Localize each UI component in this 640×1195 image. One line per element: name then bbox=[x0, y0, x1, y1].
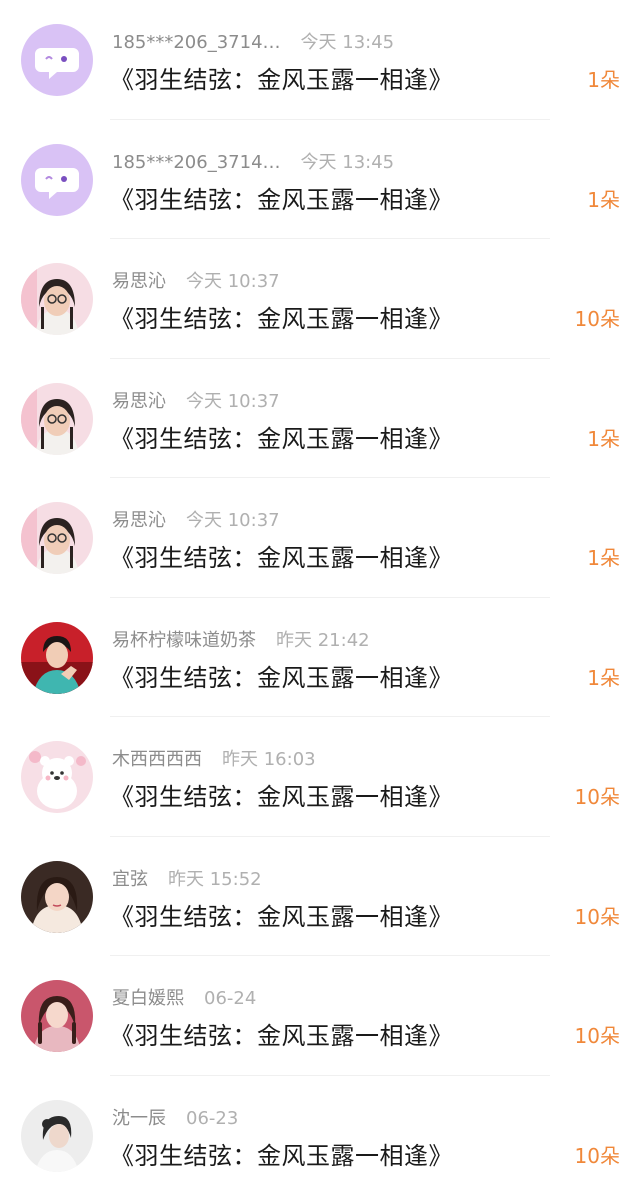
work-title[interactable]: 《羽生结弦：金风玉露一相逢》 bbox=[110, 423, 453, 455]
list-item[interactable]: 185***206_3714… 今天 13:45 《羽生结弦：金风玉露一相逢》 1… bbox=[0, 120, 640, 240]
user-name[interactable]: 易思沁 bbox=[112, 271, 166, 292]
user-name[interactable]: 沈一辰 bbox=[112, 1108, 166, 1129]
avatar[interactable] bbox=[21, 1099, 93, 1172]
work-title[interactable]: 《羽生结弦：金风玉露一相逢》 bbox=[110, 781, 453, 813]
user-photo bbox=[21, 980, 93, 1052]
work-title[interactable]: 《羽生结弦：金风玉露一相逢》 bbox=[110, 303, 453, 335]
item-meta: 易杯柠檬味道奶茶 昨天 21:42 bbox=[112, 629, 370, 653]
work-title[interactable]: 《羽生结弦：金风玉露一相逢》 bbox=[110, 901, 453, 933]
list-item[interactable]: 易思沁 今天 10:37 《羽生结弦：金风玉露一相逢》 10朵 bbox=[0, 239, 640, 359]
item-meta: 易思沁 今天 10:37 bbox=[112, 390, 280, 414]
item-meta: 易思沁 今天 10:37 bbox=[112, 270, 280, 294]
timestamp: 今天 10:37 bbox=[186, 390, 280, 412]
flower-count: 1朵 bbox=[587, 665, 620, 690]
work-title[interactable]: 《羽生结弦：金风玉露一相逢》 bbox=[110, 1140, 453, 1172]
list-item[interactable]: 木西西西西 昨天 16:03 《羽生结弦：金风玉露一相逢》 10朵 bbox=[0, 717, 640, 837]
work-title[interactable]: 《羽生结弦：金风玉露一相逢》 bbox=[110, 542, 453, 574]
user-name[interactable]: 易思沁 bbox=[112, 510, 166, 531]
item-meta: 沈一辰 06-23 bbox=[112, 1107, 238, 1131]
list-item[interactable]: 宜弦 昨天 15:52 《羽生结弦：金风玉露一相逢》 10朵 bbox=[0, 837, 640, 957]
item-meta: 木西西西西 昨天 16:03 bbox=[112, 748, 316, 772]
item-meta: 易思沁 今天 10:37 bbox=[112, 509, 280, 533]
list-item[interactable]: 易思沁 今天 10:37 《羽生结弦：金风玉露一相逢》 1朵 bbox=[0, 478, 640, 598]
timestamp: 今天 10:37 bbox=[186, 510, 280, 531]
timestamp: 今天 13:45 bbox=[300, 151, 395, 173]
gift-record-list: 185***206_3714… 今天 13:45 《羽生结弦：金风玉露一相逢》 1… bbox=[0, 0, 640, 1195]
avatar[interactable] bbox=[21, 980, 93, 1052]
user-name[interactable]: 185***206_3714… bbox=[112, 32, 281, 53]
flower-count: 10朵 bbox=[574, 1143, 620, 1168]
avatar[interactable] bbox=[21, 263, 93, 335]
timestamp: 06-24 bbox=[204, 988, 257, 1009]
user-photo bbox=[21, 502, 93, 574]
timestamp: 昨天 15:52 bbox=[168, 868, 262, 890]
item-meta: 宜弦 昨天 15:52 bbox=[112, 868, 262, 892]
user-photo bbox=[21, 621, 93, 694]
item-meta: 185***206_3714… 今天 13:45 bbox=[112, 151, 394, 175]
user-photo bbox=[21, 1099, 93, 1172]
avatar[interactable] bbox=[21, 382, 93, 455]
flower-count: 1朵 bbox=[587, 426, 620, 451]
user-photo bbox=[21, 860, 93, 933]
flower-count: 1朵 bbox=[587, 546, 620, 570]
list-item[interactable]: 185***206_3714… 今天 13:45 《羽生结弦：金风玉露一相逢》 1… bbox=[0, 0, 640, 120]
avatar[interactable] bbox=[21, 502, 93, 574]
work-title[interactable]: 《羽生结弦：金风玉露一相逢》 bbox=[110, 64, 453, 96]
avatar[interactable] bbox=[21, 143, 93, 216]
timestamp: 昨天 21:42 bbox=[276, 629, 370, 651]
user-name[interactable]: 木西西西西 bbox=[112, 749, 202, 770]
flower-count: 1朵 bbox=[587, 187, 620, 212]
user-name[interactable]: 易杯柠檬味道奶茶 bbox=[112, 630, 256, 651]
flower-count: 10朵 bbox=[574, 904, 620, 929]
user-photo bbox=[21, 741, 93, 813]
work-title[interactable]: 《羽生结弦：金风玉露一相逢》 bbox=[110, 662, 453, 694]
timestamp: 昨天 16:03 bbox=[222, 749, 316, 770]
list-item[interactable]: 易杯柠檬味道奶茶 昨天 21:42 《羽生结弦：金风玉露一相逢》 1朵 bbox=[0, 598, 640, 718]
user-name[interactable]: 夏白媛熙 bbox=[112, 988, 184, 1009]
flower-count: 1朵 bbox=[587, 68, 620, 92]
avatar[interactable] bbox=[21, 24, 93, 96]
flower-count: 10朵 bbox=[574, 1024, 620, 1048]
work-title[interactable]: 《羽生结弦：金风玉露一相逢》 bbox=[110, 184, 453, 216]
user-name[interactable]: 宜弦 bbox=[112, 869, 148, 890]
item-meta: 夏白媛熙 06-24 bbox=[112, 987, 256, 1011]
item-meta: 185***206_3714… 今天 13:45 bbox=[112, 31, 394, 55]
user-photo bbox=[21, 263, 93, 335]
list-item[interactable]: 夏白媛熙 06-24 《羽生结弦：金风玉露一相逢》 10朵 bbox=[0, 956, 640, 1076]
chat-bubble-icon bbox=[21, 24, 93, 96]
avatar[interactable] bbox=[21, 741, 93, 813]
list-item[interactable]: 沈一辰 06-23 《羽生结弦：金风玉露一相逢》 10朵 bbox=[0, 1076, 640, 1195]
flower-count: 10朵 bbox=[574, 785, 620, 809]
flower-count: 10朵 bbox=[574, 307, 620, 331]
avatar[interactable] bbox=[21, 860, 93, 933]
timestamp: 06-23 bbox=[186, 1107, 239, 1129]
timestamp: 今天 10:37 bbox=[186, 271, 280, 292]
timestamp: 今天 13:45 bbox=[300, 32, 395, 53]
avatar[interactable] bbox=[21, 621, 93, 694]
user-name[interactable]: 185***206_3714… bbox=[112, 152, 281, 173]
list-item[interactable]: 易思沁 今天 10:37 《羽生结弦：金风玉露一相逢》 1朵 bbox=[0, 359, 640, 479]
chat-bubble-icon bbox=[21, 143, 93, 216]
user-name[interactable]: 易思沁 bbox=[112, 391, 166, 412]
work-title[interactable]: 《羽生结弦：金风玉露一相逢》 bbox=[110, 1020, 453, 1052]
user-photo bbox=[21, 382, 93, 455]
